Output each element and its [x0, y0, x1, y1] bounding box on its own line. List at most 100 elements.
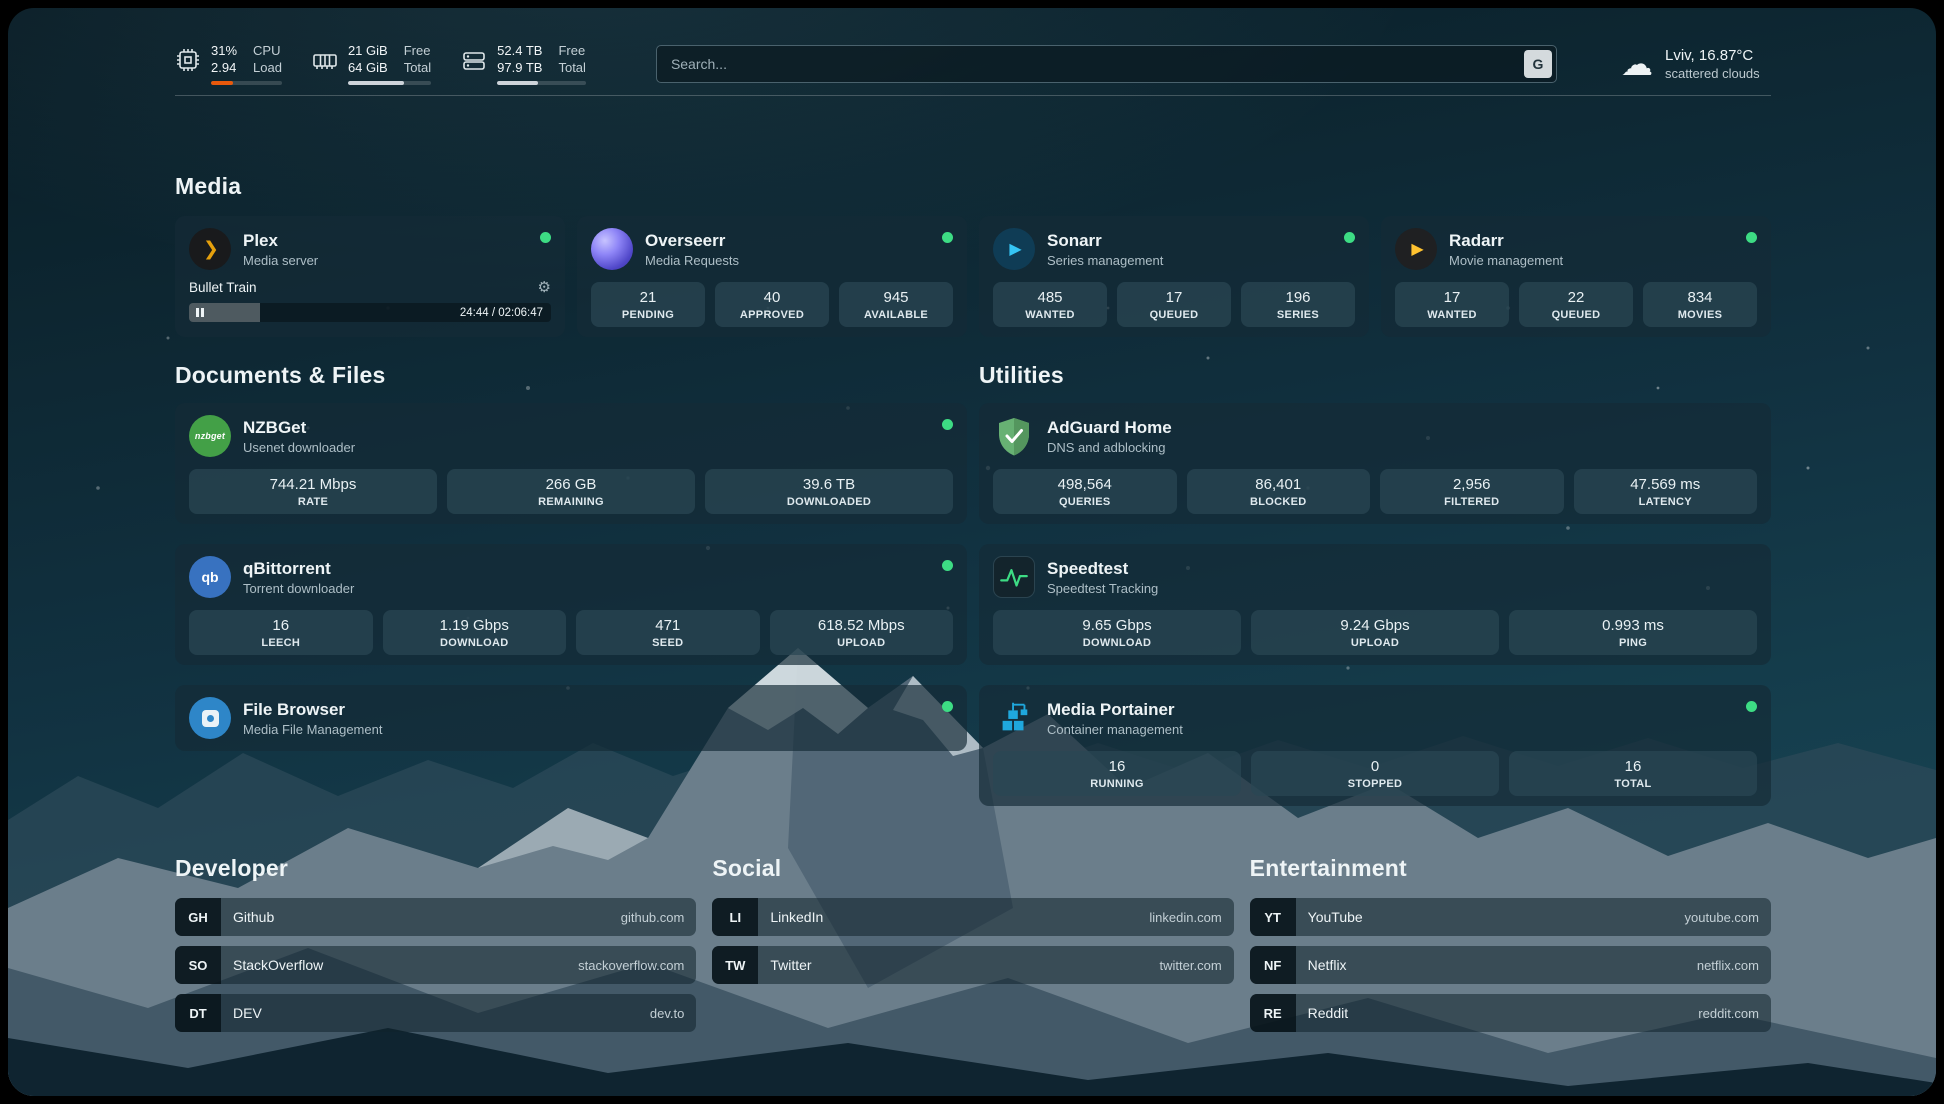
- search-input[interactable]: [656, 45, 1557, 83]
- app-name: qBittorrent: [243, 559, 354, 579]
- app-name: NZBGet: [243, 418, 355, 438]
- cloud-icon: ☁: [1621, 48, 1653, 80]
- app-card-adguard[interactable]: AdGuard Home DNS and adblocking 498,564 …: [979, 403, 1771, 524]
- stat-tile: 39.6 TB DOWNLOADED: [705, 469, 953, 514]
- playback-progress-bar[interactable]: 24:44 / 02:06:47: [189, 303, 551, 322]
- link-url: stackoverflow.com: [578, 958, 684, 973]
- link-url: reddit.com: [1698, 1006, 1759, 1021]
- media-grid: ❯ Plex Media server Bullet Train ⚙ 24:44…: [175, 216, 1771, 337]
- memory-progress-bar: [348, 81, 431, 85]
- stat-value: 0.993 ms: [1513, 616, 1753, 635]
- disk-icon: [461, 47, 487, 73]
- stat-label: QUEUED: [1523, 309, 1629, 321]
- github-icon: GH: [175, 898, 221, 936]
- app-card-nzbget[interactable]: nzbget NZBGet Usenet downloader 744.21 M…: [175, 403, 967, 524]
- app-card-portainer[interactable]: Media Portainer Container management 16 …: [979, 685, 1771, 806]
- stat-value: 485: [997, 288, 1103, 307]
- status-dot: [540, 232, 551, 243]
- youtube-icon: YT: [1250, 898, 1296, 936]
- disk-free-label: Free: [558, 42, 585, 59]
- search-engine-button[interactable]: G: [1524, 50, 1552, 78]
- documents-stack: nzbget NZBGet Usenet downloader 744.21 M…: [175, 403, 967, 751]
- app-card-overseerr[interactable]: Overseerr Media Requests 21 PENDING 40 A…: [577, 216, 967, 337]
- utilities-stack: AdGuard Home DNS and adblocking 498,564 …: [979, 403, 1771, 806]
- stat-value: 744.21 Mbps: [193, 475, 433, 494]
- stat-value: 16: [1513, 757, 1753, 776]
- stat-label: MOVIES: [1647, 309, 1753, 321]
- stat-value: 266 GB: [451, 475, 691, 494]
- dashboard-content: 31% 2.94 CPU Load: [8, 8, 1936, 1096]
- cpu-progress-bar: [211, 81, 282, 85]
- stat-label: REMAINING: [451, 496, 691, 508]
- app-card-speedtest[interactable]: Speedtest Speedtest Tracking 9.65 Gbps D…: [979, 544, 1771, 665]
- stat-label: DOWNLOAD: [387, 637, 563, 649]
- link-netflix[interactable]: NF Netflix netflix.com: [1250, 946, 1771, 984]
- disk-total-label: Total: [558, 59, 585, 76]
- stat-value: 471: [580, 616, 756, 635]
- section-title-developer: Developer: [175, 854, 696, 882]
- stat-tile: 9.24 Gbps UPLOAD: [1251, 610, 1499, 655]
- social-links: LI LinkedIn linkedin.com TW Twitter twit…: [712, 898, 1233, 984]
- link-reddit[interactable]: RE Reddit reddit.com: [1250, 994, 1771, 1032]
- link-youtube[interactable]: YT YouTube youtube.com: [1250, 898, 1771, 936]
- stats-row: 9.65 Gbps DOWNLOAD 9.24 Gbps UPLOAD 0.99…: [993, 610, 1757, 655]
- stackoverflow-icon: SO: [175, 946, 221, 984]
- stat-value: 9.24 Gbps: [1255, 616, 1495, 635]
- stat-value: 196: [1245, 288, 1351, 307]
- app-card-filebrowser[interactable]: File Browser Media File Management: [175, 685, 967, 751]
- section-documents: Documents & Files nzbget NZBGet Usenet d…: [175, 361, 967, 806]
- status-dot: [942, 701, 953, 712]
- section-title-documents: Documents & Files: [175, 361, 967, 389]
- stat-tile: 17 WANTED: [1395, 282, 1509, 327]
- status-dot: [942, 419, 953, 430]
- app-name: Media Portainer: [1047, 700, 1183, 720]
- stats-row: 485 WANTED 17 QUEUED 196 SERIES: [993, 282, 1355, 327]
- link-stackoverflow[interactable]: SO StackOverflow stackoverflow.com: [175, 946, 696, 984]
- memory-free-label: Free: [404, 42, 431, 59]
- speedtest-waveform-icon: [993, 556, 1035, 598]
- app-card-qbittorrent[interactable]: qb qBittorrent Torrent downloader 16 LEE…: [175, 544, 967, 665]
- memory-widget: 21 GiB 64 GiB Free Total: [312, 42, 431, 85]
- linkedin-icon: LI: [712, 898, 758, 936]
- app-name: Sonarr: [1047, 231, 1163, 251]
- pause-icon[interactable]: [196, 308, 204, 317]
- link-dev[interactable]: DT DEV dev.to: [175, 994, 696, 1032]
- link-linkedin[interactable]: LI LinkedIn linkedin.com: [712, 898, 1233, 936]
- status-dot: [1344, 232, 1355, 243]
- overseerr-icon: [591, 228, 633, 270]
- app-card-radarr[interactable]: ▶ Radarr Movie management 17 WANTED 22 Q…: [1381, 216, 1771, 337]
- app-card-sonarr[interactable]: ▶ Sonarr Series management 485 WANTED 17…: [979, 216, 1369, 337]
- radarr-icon: ▶: [1395, 228, 1437, 270]
- stat-label: PING: [1513, 637, 1753, 649]
- link-github[interactable]: GH Github github.com: [175, 898, 696, 936]
- link-name: StackOverflow: [233, 957, 323, 973]
- stat-label: WANTED: [1399, 309, 1505, 321]
- stats-row: 744.21 Mbps RATE 266 GB REMAINING 39.6 T…: [189, 469, 953, 514]
- nzbget-icon: nzbget: [189, 415, 231, 457]
- stat-label: TOTAL: [1513, 778, 1753, 790]
- stat-label: AVAILABLE: [843, 309, 949, 321]
- settings-gear-icon[interactable]: ⚙: [538, 278, 551, 296]
- stat-tile: 9.65 Gbps DOWNLOAD: [993, 610, 1241, 655]
- app-name: Overseerr: [645, 231, 739, 251]
- stat-label: LATENCY: [1578, 496, 1754, 508]
- link-name: Netflix: [1308, 957, 1347, 973]
- link-url: dev.to: [650, 1006, 684, 1021]
- stats-row: 21 PENDING 40 APPROVED 945 AVAILABLE: [591, 282, 953, 327]
- link-group-social: Social LI LinkedIn linkedin.com TW Twitt…: [712, 854, 1233, 1032]
- portainer-icon: [993, 697, 1035, 739]
- stat-label: WANTED: [997, 309, 1103, 321]
- stat-tile: 471 SEED: [576, 610, 760, 655]
- search-bar: G: [656, 45, 1557, 83]
- stat-value: 17: [1121, 288, 1227, 307]
- memory-total-value: 64 GiB: [348, 59, 388, 76]
- stat-value: 39.6 TB: [709, 475, 949, 494]
- stat-label: SERIES: [1245, 309, 1351, 321]
- link-twitter[interactable]: TW Twitter twitter.com: [712, 946, 1233, 984]
- header-divider: [175, 95, 1771, 96]
- disk-widget: 52.4 TB 97.9 TB Free Total: [461, 42, 586, 85]
- cpu-percent: 31%: [211, 42, 237, 59]
- stat-tile: 86,401 BLOCKED: [1187, 469, 1371, 514]
- app-card-plex[interactable]: ❯ Plex Media server Bullet Train ⚙ 24:44…: [175, 216, 565, 337]
- app-name: Plex: [243, 231, 318, 251]
